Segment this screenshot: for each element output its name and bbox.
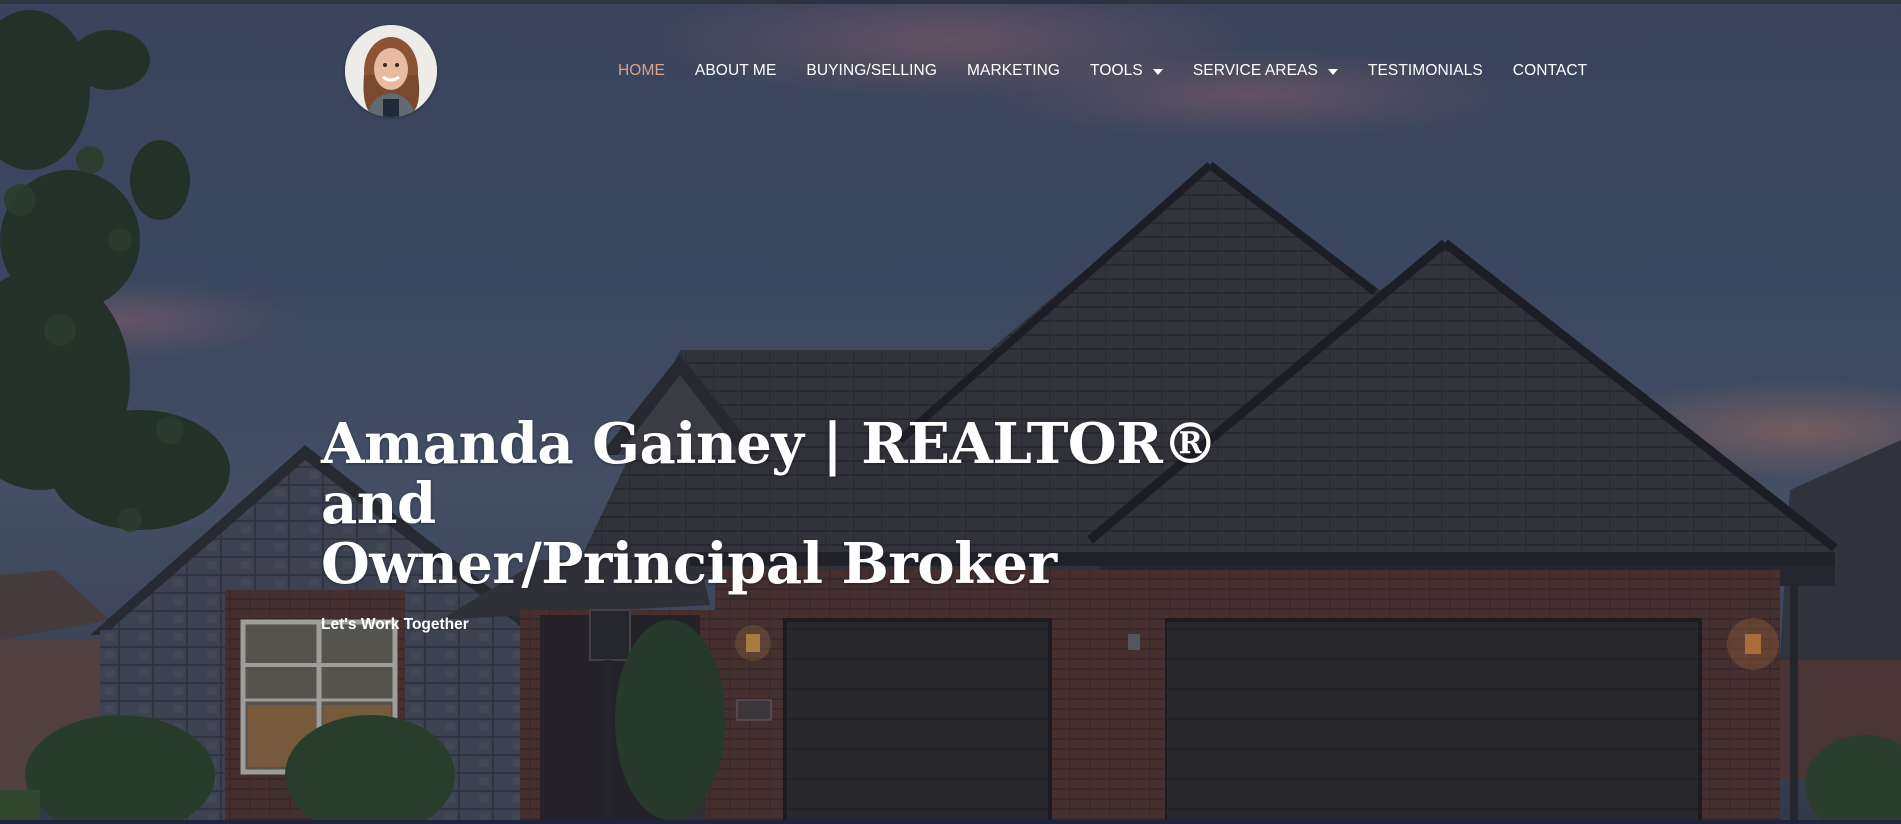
- agent-portrait-icon: [345, 25, 437, 117]
- nav-item-marketing[interactable]: MARKETING: [967, 62, 1060, 80]
- hero-title: Amanda Gainey | REALTOR® and Owner/Princ…: [321, 414, 1321, 594]
- nav-item-tools-label: TOOLS: [1090, 62, 1143, 79]
- tools-caret-down-icon[interactable]: [1152, 68, 1163, 75]
- nav-item-service-areas[interactable]: SERVICE AREAS: [1193, 62, 1338, 80]
- hero-subtitle: Let's Work Together: [321, 616, 469, 633]
- nav-item-tools[interactable]: TOOLS: [1090, 62, 1163, 80]
- nav-item-marketing-label: MARKETING: [967, 62, 1061, 79]
- nav-item-service-areas-label: SERVICE AREAS: [1192, 62, 1318, 79]
- nav-item-contact[interactable]: CONTACT: [1513, 62, 1587, 80]
- nav-item-about-me-label: ABOUT ME: [694, 62, 777, 79]
- main-navigation: HOME ABOUT ME BUYING/SELLING MARKETING T…: [618, 60, 1901, 82]
- nav-item-home[interactable]: HOME: [618, 62, 665, 80]
- nav-item-contact-label: CONTACT: [1512, 62, 1588, 79]
- agent-logo-avatar[interactable]: [345, 25, 437, 117]
- service-areas-caret-down-icon[interactable]: [1327, 68, 1338, 75]
- bottom-border: [0, 820, 1901, 824]
- nav-item-about-me[interactable]: ABOUT ME: [695, 62, 776, 80]
- nav-item-testimonials-label: TESTIMONIALS: [1367, 62, 1483, 79]
- top-border: [0, 0, 1901, 4]
- hero-title-line-1: Amanda Gainey | REALTOR® and: [321, 411, 1218, 537]
- nav-item-home-label: HOME: [618, 62, 665, 79]
- nav-item-buying-selling[interactable]: BUYING/SELLING: [806, 62, 937, 80]
- hero-title-line-2: Owner/Principal Broker: [321, 531, 1057, 597]
- hero-text-block: Amanda Gainey | REALTOR® and Owner/Princ…: [321, 414, 1321, 634]
- nav-item-testimonials[interactable]: TESTIMONIALS: [1368, 62, 1483, 80]
- nav-item-buying-selling-label: BUYING/SELLING: [806, 62, 937, 79]
